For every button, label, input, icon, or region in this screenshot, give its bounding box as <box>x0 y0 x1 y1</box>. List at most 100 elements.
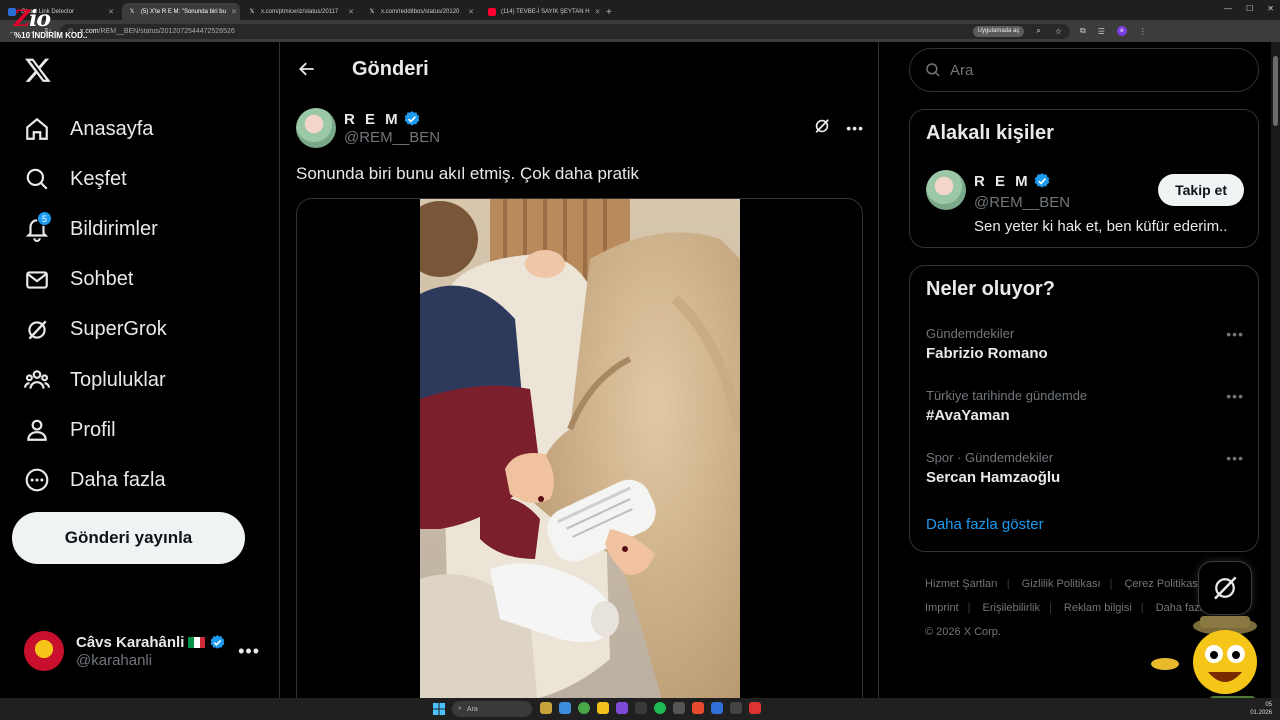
close-window-icon[interactable]: ✕ <box>1267 4 1274 13</box>
taskbar-app-icon[interactable] <box>559 702 571 714</box>
author-handle[interactable]: @REM__BEN <box>344 129 440 146</box>
promo-text: %10 İNDİRİM KOD.. <box>14 31 88 40</box>
trend-more-icon[interactable]: ••• <box>1226 388 1244 404</box>
taskbar-app-icon[interactable] <box>692 702 704 714</box>
url-path: /REM__BEN/status/2012072544472526526 <box>98 27 235 35</box>
minimize-icon[interactable]: — <box>1224 4 1232 13</box>
account-handle: @karahanli <box>76 651 153 669</box>
browser-menu-icon[interactable]: ⋮ <box>1139 27 1147 36</box>
tweet-media[interactable] <box>296 198 863 720</box>
browser-tab-active[interactable]: 𝕏 (5) X'te R E M: "Sonunda biri bu ✕ <box>122 3 240 20</box>
new-tab-button[interactable]: + <box>606 7 612 20</box>
tab-close-icon[interactable]: ✕ <box>348 8 354 16</box>
footer-link[interactable]: Gizlilik Politikası <box>1022 578 1101 590</box>
nav-item-profile[interactable]: Profil <box>12 405 272 455</box>
grok-icon[interactable] <box>812 116 832 141</box>
nav-item-communities[interactable]: Topluluklar <box>12 355 272 405</box>
extensions-icon[interactable]: ⧉ <box>1080 26 1086 36</box>
taskbar-app-icon[interactable] <box>540 702 552 714</box>
x-logo-icon[interactable] <box>24 56 52 84</box>
trend-more-icon[interactable]: ••• <box>1226 450 1244 466</box>
tab-close-icon[interactable]: ✕ <box>595 8 600 16</box>
nav-item-explore[interactable]: Keşfet <box>12 154 272 204</box>
footer-link[interactable]: Reklam bilgisi <box>1064 602 1132 614</box>
taskbar-app-icon[interactable] <box>616 702 628 714</box>
open-in-app-button[interactable]: Uygulamada aç <box>972 25 1025 37</box>
taskbar-clock[interactable]: 05 01.2026 <box>1250 701 1272 717</box>
nav-label: Anasayfa <box>70 117 154 140</box>
taskbar-search[interactable]: ⌕ Ara <box>452 701 532 717</box>
reading-list-icon[interactable]: ☰ <box>1098 27 1105 36</box>
taskbar-app-icon[interactable] <box>730 702 742 714</box>
page-scrollbar[interactable] <box>1271 42 1280 698</box>
browser-tab[interactable]: (114) TEVBE-İ SAYIK ŞEYTAN H ✕ <box>482 3 600 20</box>
trend-item[interactable]: Spor · Gündemdekiler Sercan Hamzaoğlu ••… <box>926 450 1244 486</box>
tab-close-icon[interactable]: ✕ <box>231 8 237 16</box>
footer-link[interactable]: Erişilebilirlik <box>983 602 1040 614</box>
nav-item-notifications[interactable]: 5 Bildirimler <box>12 204 272 254</box>
footer-link[interactable]: Hizmet Şartları <box>925 578 998 590</box>
footer-link[interactable]: Çerez Politikası <box>1124 578 1200 590</box>
search-icon <box>24 166 50 192</box>
nav-label: Daha fazla <box>70 468 166 491</box>
spotify-app-icon[interactable] <box>654 702 666 714</box>
profile-avatar[interactable]: e <box>1116 26 1127 36</box>
relevant-person-name-row: R E M <box>974 172 1051 190</box>
browser-tab[interactable]: 𝕏 x.com/redditbos/status/20120 ✕ <box>362 3 480 20</box>
address-bar-row: ← → ↻ ⊙ x.com/REM__BEN/status/2012072544… <box>0 20 1280 42</box>
more-options-icon[interactable]: ••• <box>846 120 864 136</box>
nav-label: Bildirimler <box>70 217 158 240</box>
account-name-row: Câvs Karahânli <box>76 634 226 651</box>
os-taskbar: ⌕ Ara 05 01.2026 <box>0 698 1280 720</box>
taskbar-app-icon[interactable] <box>749 702 761 714</box>
avatar[interactable] <box>926 170 966 210</box>
nav-item-home[interactable]: Anasayfa <box>12 104 272 154</box>
back-arrow-icon[interactable] <box>290 52 324 86</box>
clock-date: 01.2026 <box>1250 710 1272 716</box>
search-input[interactable] <box>950 61 1230 79</box>
grok-icon <box>24 317 50 343</box>
relevant-people-title: Alakalı kişiler <box>926 122 1054 144</box>
footer-link[interactable]: Imprint <box>925 602 959 614</box>
follow-button[interactable]: Takip et <box>1158 174 1244 206</box>
windows-start-icon[interactable] <box>433 703 445 715</box>
zoom-icon[interactable]: ⌕ <box>1036 26 1040 36</box>
account-more-icon[interactable]: ••• <box>238 641 260 662</box>
trend-item[interactable]: Türkiye tarihinde gündemde #AvaYaman ••• <box>926 388 1244 424</box>
url-field[interactable]: ⊙ x.com/REM__BEN/status/2012072544472526… <box>60 23 1070 39</box>
avatar[interactable] <box>296 108 336 148</box>
scrollbar-thumb[interactable] <box>1273 56 1278 126</box>
nav-label: SuperGrok <box>70 318 167 341</box>
tab-title: x.com/redditbos/status/20120 <box>381 8 460 15</box>
trend-more-icon[interactable]: ••• <box>1226 326 1244 342</box>
browser-tab[interactable]: 𝕏 x.com/ptmiceriz/status/20117 ✕ <box>242 3 360 20</box>
account-switcher[interactable]: Câvs Karahânli @karahanli ••• <box>12 622 272 680</box>
money-emoji-sticker-icon <box>1151 616 1257 708</box>
grok-icon <box>1214 576 1237 600</box>
toolbar-icons: ⧉ ☰ e ⋮ <box>1080 26 1147 36</box>
tab-close-icon[interactable]: ✕ <box>108 8 114 16</box>
chrome-app-icon[interactable] <box>578 702 590 714</box>
trend-name: #AvaYaman <box>926 407 1010 424</box>
author-name-row[interactable]: R E M <box>344 110 440 128</box>
bookmark-star-icon[interactable]: ☆ <box>1055 27 1062 36</box>
taskbar-app-icon[interactable] <box>673 702 685 714</box>
nav-item-messages[interactable]: Sohbet <box>12 255 272 305</box>
post-button[interactable]: Gönderi yayınla <box>12 512 245 564</box>
tab-title: (114) TEVBE-İ SAYIK ŞEYTAN H <box>501 8 590 15</box>
file-explorer-icon[interactable] <box>597 702 609 714</box>
taskbar-app-icon[interactable] <box>635 702 647 714</box>
home-icon <box>24 116 50 142</box>
trend-item[interactable]: Gündemdekiler Fabrizio Romano ••• <box>926 326 1244 362</box>
search-box[interactable] <box>909 48 1259 92</box>
grok-floating-button[interactable] <box>1198 561 1252 615</box>
window-controls: — ☐ ✕ <box>1224 4 1274 13</box>
nav-item-supergrok[interactable]: SuperGrok <box>12 305 272 355</box>
show-more-link[interactable]: Daha fazla göster <box>926 516 1044 533</box>
taskbar-app-icon[interactable] <box>711 702 723 714</box>
video-player[interactable] <box>420 199 740 720</box>
tab-close-icon[interactable]: ✕ <box>468 8 474 16</box>
nav-item-more[interactable]: Daha fazla <box>12 455 272 505</box>
maximize-icon[interactable]: ☐ <box>1246 4 1253 13</box>
main-header: Gönderi <box>280 42 878 96</box>
